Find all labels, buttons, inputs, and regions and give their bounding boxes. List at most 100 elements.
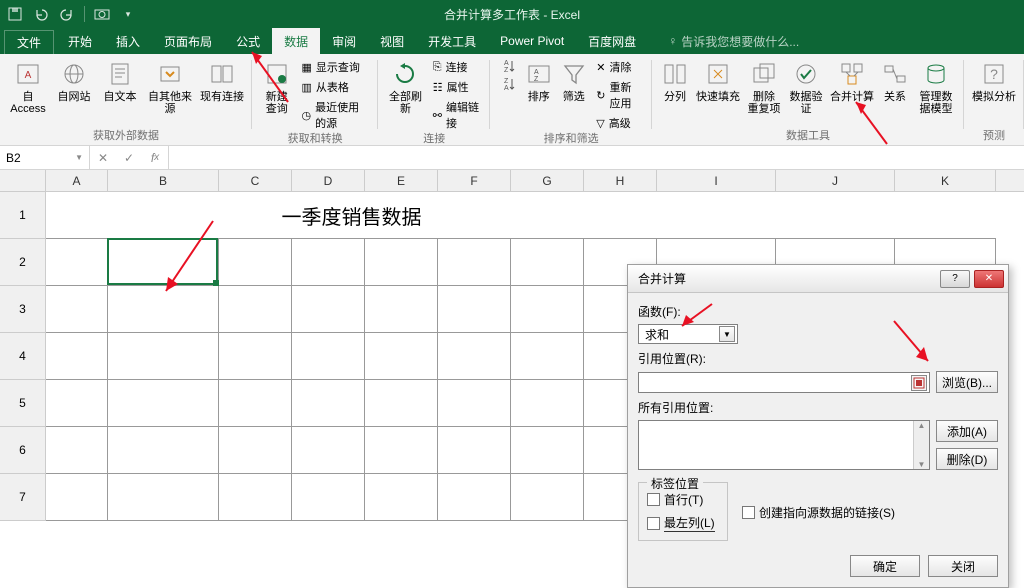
cell[interactable] <box>108 474 219 521</box>
cell[interactable] <box>438 474 511 521</box>
col-header-C[interactable]: C <box>219 170 292 192</box>
cell[interactable] <box>511 427 584 474</box>
row-header[interactable]: 3 <box>0 286 46 333</box>
cell[interactable] <box>511 333 584 380</box>
tab-insert[interactable]: 插入 <box>104 28 152 54</box>
enter-button[interactable]: ✓ <box>116 151 142 165</box>
data-validation-button[interactable]: 数据验 证 <box>786 58 826 115</box>
cell[interactable] <box>219 380 292 427</box>
cell[interactable] <box>219 286 292 333</box>
delete-button[interactable]: 删除(D) <box>936 448 998 470</box>
col-header-F[interactable]: F <box>438 170 511 192</box>
cell[interactable] <box>365 333 438 380</box>
sort-asc-button[interactable]: AZ <box>496 58 520 74</box>
clear-filter-button[interactable]: ✕清除 <box>592 58 646 76</box>
undo-icon[interactable] <box>32 5 50 23</box>
cell[interactable] <box>108 380 219 427</box>
col-header-I[interactable]: I <box>657 170 776 192</box>
cell[interactable] <box>46 380 108 427</box>
relationships-button[interactable]: 关系 <box>878 58 912 103</box>
cell[interactable] <box>108 333 219 380</box>
close-x-button[interactable]: ✕ <box>974 270 1004 288</box>
tab-layout[interactable]: 页面布局 <box>152 28 224 54</box>
col-header-K[interactable]: K <box>895 170 996 192</box>
select-all-corner[interactable] <box>0 170 46 191</box>
cell[interactable] <box>46 333 108 380</box>
cell[interactable] <box>292 474 365 521</box>
cell[interactable] <box>108 427 219 474</box>
range-picker-icon[interactable] <box>911 375 927 391</box>
cell[interactable] <box>108 239 219 286</box>
connections-button[interactable]: ⎘连接 <box>429 58 485 76</box>
tell-me-search[interactable]: ♀ 告诉我您想要做什么... <box>668 28 799 54</box>
from-table-button[interactable]: ▥从表格 <box>298 78 373 96</box>
qat-customize-icon[interactable]: ▾ <box>119 5 137 23</box>
cell[interactable] <box>365 427 438 474</box>
cell[interactable] <box>46 239 108 286</box>
from-web-button[interactable]: 自网站 <box>52 58 96 103</box>
col-header-A[interactable]: A <box>46 170 108 192</box>
col-header-H[interactable]: H <box>584 170 657 192</box>
function-select[interactable]: 求和 ▼ <box>638 324 738 344</box>
from-text-button[interactable]: 自文本 <box>98 58 142 103</box>
row-header[interactable]: 2 <box>0 239 46 286</box>
data-model-button[interactable]: 管理数 据模型 <box>914 58 958 115</box>
cell[interactable] <box>438 239 511 286</box>
help-button[interactable]: ? <box>940 270 970 288</box>
camera-icon[interactable] <box>93 5 111 23</box>
show-query-button[interactable]: ▦显示查询 <box>298 58 373 76</box>
recent-sources-button[interactable]: ◷最近使用的源 <box>298 98 373 132</box>
cell[interactable] <box>657 192 776 239</box>
row-header[interactable]: 5 <box>0 380 46 427</box>
redo-icon[interactable] <box>58 5 76 23</box>
cell[interactable] <box>438 380 511 427</box>
close-button[interactable]: 关闭 <box>928 555 998 577</box>
cell[interactable] <box>511 286 584 333</box>
whatif-button[interactable]: ?模拟分析 <box>970 58 1018 103</box>
tab-powerpivot[interactable]: Power Pivot <box>488 28 576 54</box>
row-header[interactable]: 4 <box>0 333 46 380</box>
properties-button[interactable]: ☷属性 <box>429 78 485 96</box>
filter-button[interactable]: 筛选 <box>557 58 590 103</box>
consolidate-button[interactable]: 合并计算 <box>828 58 876 103</box>
cell[interactable] <box>511 239 584 286</box>
flash-fill-button[interactable]: 快速填充 <box>694 58 742 103</box>
sort-desc-button[interactable]: ZA <box>496 76 520 92</box>
cell[interactable] <box>292 380 365 427</box>
all-references-list[interactable]: ▲▼ <box>638 420 930 470</box>
tab-home[interactable]: 开始 <box>56 28 104 54</box>
dialog-titlebar[interactable]: 合并计算 ? ✕ <box>628 265 1008 293</box>
new-query-button[interactable]: 新建 查询 <box>258 58 296 115</box>
list-scrollbar[interactable]: ▲▼ <box>913 421 929 469</box>
tab-file[interactable]: 文件 <box>4 30 54 54</box>
col-header-G[interactable]: G <box>511 170 584 192</box>
ok-button[interactable]: 确定 <box>850 555 920 577</box>
existing-conn-button[interactable]: 现有连接 <box>198 58 246 103</box>
browse-button[interactable]: 浏览(B)... <box>936 371 998 393</box>
remove-dup-button[interactable]: 删除 重复项 <box>744 58 784 115</box>
row-header[interactable]: 7 <box>0 474 46 521</box>
cell[interactable] <box>511 380 584 427</box>
create-links-checkbox[interactable]: 创建指向源数据的链接(S) <box>742 504 895 521</box>
tab-review[interactable]: 审阅 <box>320 28 368 54</box>
cancel-entry-button[interactable]: ✕ <box>90 151 116 165</box>
row-header[interactable]: 1 <box>0 192 46 239</box>
reapply-button[interactable]: ↻重新应用 <box>592 78 646 112</box>
cell[interactable] <box>46 427 108 474</box>
cell[interactable] <box>219 474 292 521</box>
cell[interactable] <box>365 380 438 427</box>
col-header-E[interactable]: E <box>365 170 438 192</box>
cell[interactable] <box>292 333 365 380</box>
sort-button[interactable]: AZ排序 <box>522 58 555 103</box>
col-header-B[interactable]: B <box>108 170 219 192</box>
cell[interactable] <box>292 427 365 474</box>
reference-input[interactable] <box>638 372 930 393</box>
cell[interactable] <box>438 286 511 333</box>
add-button[interactable]: 添加(A) <box>936 420 998 442</box>
tab-baidu[interactable]: 百度网盘 <box>576 28 648 54</box>
cell[interactable] <box>776 192 895 239</box>
cell[interactable] <box>219 427 292 474</box>
cell[interactable] <box>365 474 438 521</box>
tab-data[interactable]: 数据 <box>272 28 320 54</box>
tab-formulas[interactable]: 公式 <box>224 28 272 54</box>
